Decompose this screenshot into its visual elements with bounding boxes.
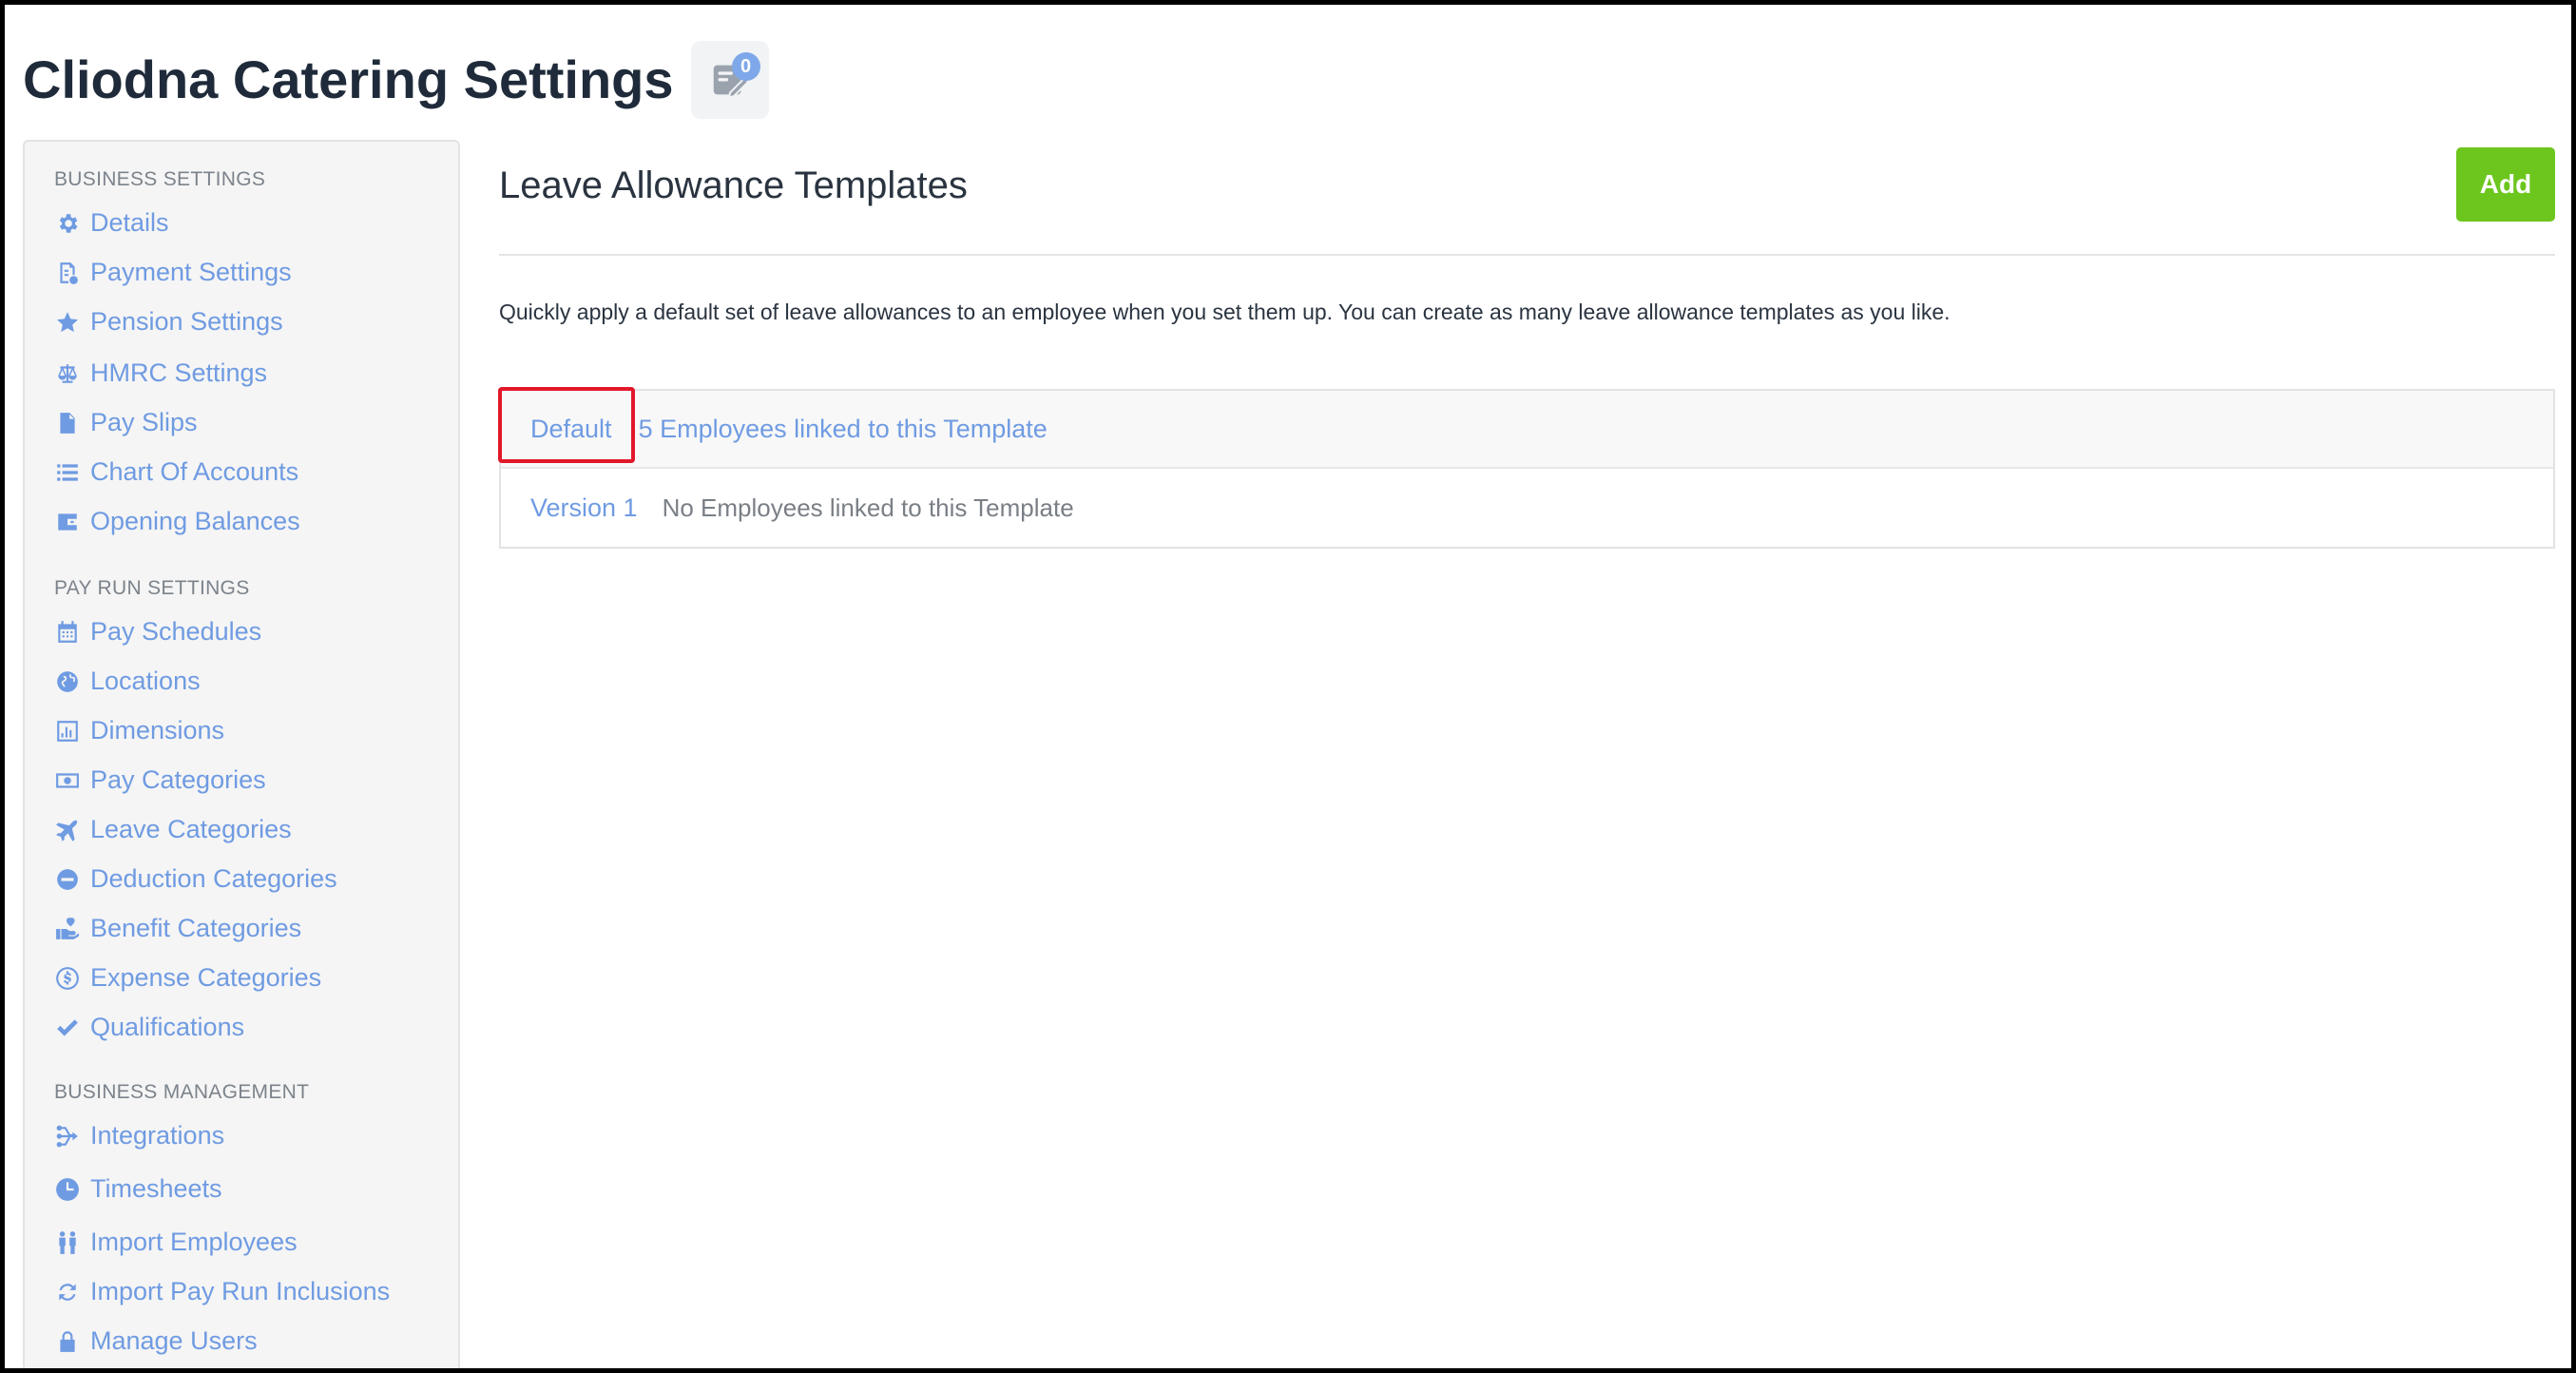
- sidebar-item-pay-schedules[interactable]: Pay Schedules: [54, 617, 261, 647]
- minus-circle-icon: [54, 866, 81, 893]
- plane-icon: [54, 817, 81, 843]
- sidebar-item-qualifications[interactable]: Qualifications: [54, 1013, 244, 1042]
- lock-icon: [54, 1328, 81, 1355]
- sidebar-item-benefit-categories[interactable]: Benefit Categories: [54, 914, 301, 943]
- wallet-icon: [54, 509, 81, 535]
- sidebar-item-label: Integrations: [90, 1121, 225, 1150]
- description-text: Quickly apply a default set of leave all…: [499, 300, 1951, 324]
- section-business-settings: BUSINESS SETTINGS: [54, 168, 266, 190]
- sidebar-item-chart-of-accounts[interactable]: Chart Of Accounts: [54, 457, 298, 487]
- notification-count-badge: 0: [731, 52, 760, 81]
- integrations-icon: [54, 1123, 81, 1150]
- page-header: Cliodna Catering Settings 0: [23, 37, 769, 123]
- sidebar-item-label: Pay Slips: [90, 408, 198, 436]
- payment-doc-icon: [54, 260, 81, 286]
- add-button[interactable]: Add: [2456, 147, 2555, 222]
- sidebar-item-pension-settings[interactable]: Pension Settings: [54, 307, 283, 337]
- sidebar-item-label: Deduction Categories: [90, 864, 337, 893]
- clock-icon: [54, 1176, 81, 1203]
- sidebar-item-deduction-categories[interactable]: Deduction Categories: [54, 864, 337, 894]
- bar-chart-icon: [54, 718, 81, 745]
- sidebar-item-import-employees[interactable]: Import Employees: [54, 1228, 298, 1257]
- sidebar-item-label: Pension Settings: [90, 307, 283, 336]
- sidebar-item-timesheets[interactable]: Timesheets: [54, 1174, 222, 1204]
- refresh-icon: [54, 1279, 81, 1305]
- divider: [499, 254, 2555, 256]
- section-business-management: BUSINESS MANAGEMENT: [54, 1081, 310, 1103]
- hand-heart-icon: [54, 916, 81, 942]
- sidebar-item-integrations[interactable]: Integrations: [54, 1121, 224, 1151]
- template-employees-link[interactable]: 5 Employees linked to this Template: [639, 415, 1048, 444]
- sidebar-item-expense-categories[interactable]: Expense Categories: [54, 963, 321, 993]
- sidebar-item-hmrc-settings[interactable]: HMRC Settings: [54, 358, 267, 388]
- sidebar-item-payment-settings[interactable]: Payment Settings: [54, 258, 292, 287]
- people-icon: [54, 1229, 81, 1256]
- sidebar-item-leave-categories[interactable]: Leave Categories: [54, 815, 292, 844]
- sidebar-item-label: Qualifications: [90, 1013, 245, 1041]
- sidebar-item-label: Benefit Categories: [90, 914, 302, 942]
- sidebar-item-label: HMRC Settings: [90, 358, 268, 387]
- template-name-link[interactable]: Version 1: [530, 493, 638, 523]
- sidebar-item-pay-categories[interactable]: Pay Categories: [54, 765, 266, 795]
- sidebar-item-label: Details: [90, 208, 169, 237]
- sidebar-item-label: Expense Categories: [90, 963, 322, 992]
- sidebar-item-label: Chart Of Accounts: [90, 457, 299, 486]
- sidebar-item-manage-users[interactable]: Manage Users: [54, 1326, 258, 1356]
- calendar-icon: [54, 619, 81, 646]
- sidebar-item-dimensions[interactable]: Dimensions: [54, 716, 224, 745]
- sidebar-item-import-pay-run-inclusions[interactable]: Import Pay Run Inclusions: [54, 1277, 390, 1306]
- globe-icon: [54, 668, 81, 695]
- notifications-button[interactable]: 0: [690, 41, 769, 119]
- scales-icon: [54, 360, 81, 387]
- sidebar-item-label: Dimensions: [90, 716, 225, 745]
- sidebar-item-label: Leave Categories: [90, 815, 292, 843]
- sidebar-item-label: Import Pay Run Inclusions: [90, 1277, 391, 1305]
- template-name-link[interactable]: Default: [530, 415, 612, 444]
- app-window: Cliodna Catering Settings 0 BUSINESS SET…: [0, 0, 2576, 1373]
- templates-table: Default 5 Employees linked to this Templ…: [499, 389, 2555, 549]
- sidebar-item-opening-balances[interactable]: Opening Balances: [54, 507, 300, 536]
- table-row: Default 5 Employees linked to this Templ…: [501, 391, 2553, 469]
- sidebar-item-label: Payment Settings: [90, 258, 292, 286]
- sidebar-item-label: Pay Categories: [90, 765, 266, 794]
- check-icon: [54, 1015, 81, 1041]
- section-pay-run-settings: PAY RUN SETTINGS: [54, 577, 250, 599]
- main-title: Leave Allowance Templates: [499, 164, 968, 206]
- sidebar-item-label: Pay Schedules: [90, 617, 262, 646]
- sidebar-item-label: Import Employees: [90, 1228, 298, 1256]
- list-icon: [54, 459, 81, 486]
- table-row: Version 1 No Employees linked to this Te…: [501, 469, 2553, 547]
- file-icon: [54, 410, 81, 436]
- template-employees-text: No Employees linked to this Template: [662, 493, 1074, 522]
- sidebar-item-locations[interactable]: Locations: [54, 667, 201, 696]
- sidebar-item-details[interactable]: Details: [54, 208, 169, 238]
- dollar-circle-icon: [54, 965, 81, 992]
- gear-icon: [54, 210, 81, 237]
- page-title: Cliodna Catering Settings: [23, 49, 674, 109]
- money-icon: [54, 767, 81, 794]
- sidebar-item-label: Locations: [90, 667, 201, 695]
- star-icon: [54, 309, 81, 336]
- sidebar-item-label: Opening Balances: [90, 507, 300, 535]
- settings-sidebar: BUSINESS SETTINGS Details Payment Settin…: [23, 140, 460, 1368]
- sidebar-item-pay-slips[interactable]: Pay Slips: [54, 408, 198, 437]
- sidebar-item-label: Manage Users: [90, 1326, 258, 1355]
- sidebar-item-label: Timesheets: [90, 1174, 222, 1203]
